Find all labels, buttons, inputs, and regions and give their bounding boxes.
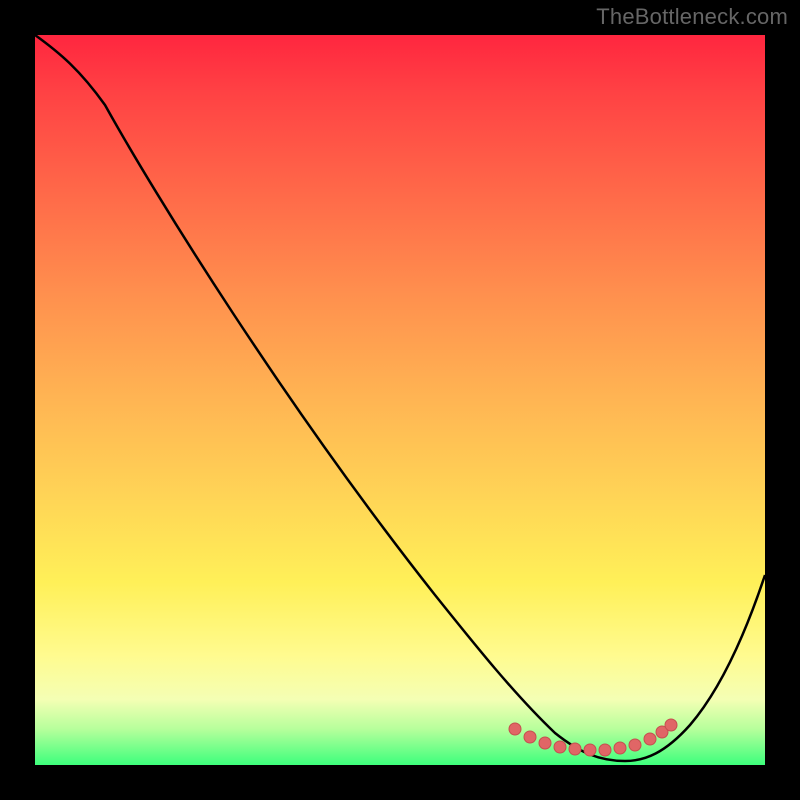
watermark-text: TheBottleneck.com: [596, 4, 788, 30]
optimal-range-markers: [509, 719, 677, 756]
chart-frame: TheBottleneck.com: [0, 0, 800, 800]
plot-area: [35, 35, 765, 765]
curve-svg: [35, 35, 765, 765]
bottleneck-curve-path: [35, 35, 765, 761]
